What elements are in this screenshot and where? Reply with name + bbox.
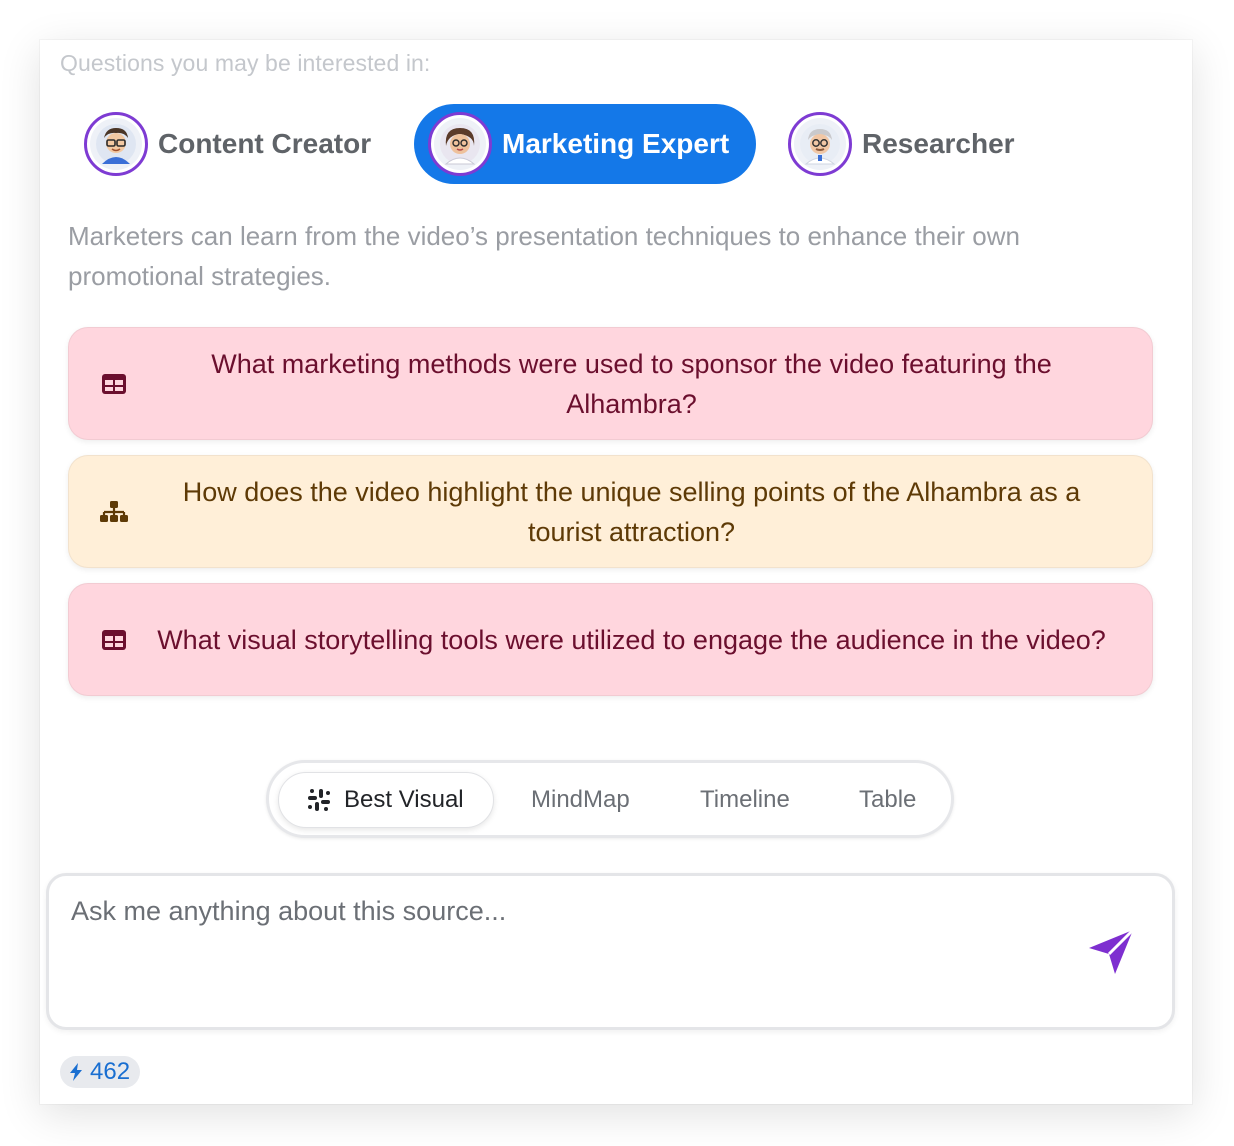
persona-selector: Content Creator Marketing Expert Researc… — [84, 104, 1144, 184]
persona-label: Content Creator — [158, 128, 372, 159]
credits-badge: 462 — [60, 1056, 141, 1088]
question-text: What visual storytelling tools were util… — [157, 624, 1106, 655]
suggested-question-1[interactable]: What marketing methods were used to spon… — [68, 327, 1153, 440]
credits-value: 462 — [90, 1058, 131, 1085]
persona-researcher[interactable]: Researcher — [788, 104, 1015, 184]
send-button[interactable] — [1083, 926, 1139, 982]
persona-marketing-expert[interactable]: Marketing Expert — [414, 104, 756, 184]
tab-timeline[interactable]: Timeline — [700, 772, 790, 828]
persona-label: Marketing Expert — [502, 128, 730, 159]
tab-label: Best Visual — [344, 786, 464, 813]
hierarchy-icon — [99, 497, 129, 527]
marketing-expert-avatar — [428, 112, 492, 176]
table-icon — [99, 369, 129, 399]
lightning-icon — [68, 1062, 84, 1082]
table-icon — [99, 625, 129, 655]
suggested-question-3[interactable]: What visual storytelling tools were util… — [68, 583, 1153, 696]
chat-input[interactable] — [71, 896, 1051, 1006]
persona-label: Researcher — [862, 128, 1015, 159]
chat-input-box — [46, 873, 1175, 1030]
slack-like-icon — [306, 787, 332, 813]
questions-panel: Questions you may be interested in: Cont — [40, 40, 1192, 1104]
question-text: How does the video highlight the unique … — [182, 476, 1081, 547]
tab-label: Timeline — [700, 786, 790, 813]
panel-header: Questions you may be interested in: — [60, 50, 431, 76]
tab-mindmap[interactable]: MindMap — [531, 772, 630, 828]
persona-content-creator[interactable]: Content Creator — [84, 104, 371, 184]
question-text: What marketing methods were used to spon… — [211, 348, 1052, 419]
tab-table[interactable]: Table — [859, 772, 916, 828]
tab-best-visual[interactable]: Best Visual — [278, 772, 494, 828]
content-creator-avatar — [84, 112, 148, 176]
tab-label: MindMap — [531, 786, 630, 813]
researcher-avatar — [788, 112, 852, 176]
suggested-question-2[interactable]: How does the video highlight the unique … — [68, 455, 1153, 568]
persona-description: Marketers can learn from the video’s pre… — [68, 221, 1020, 291]
view-mode-tabs: Best Visual MindMap Timeline Table — [266, 760, 954, 838]
send-icon — [1085, 926, 1137, 983]
tab-label: Table — [859, 786, 917, 813]
